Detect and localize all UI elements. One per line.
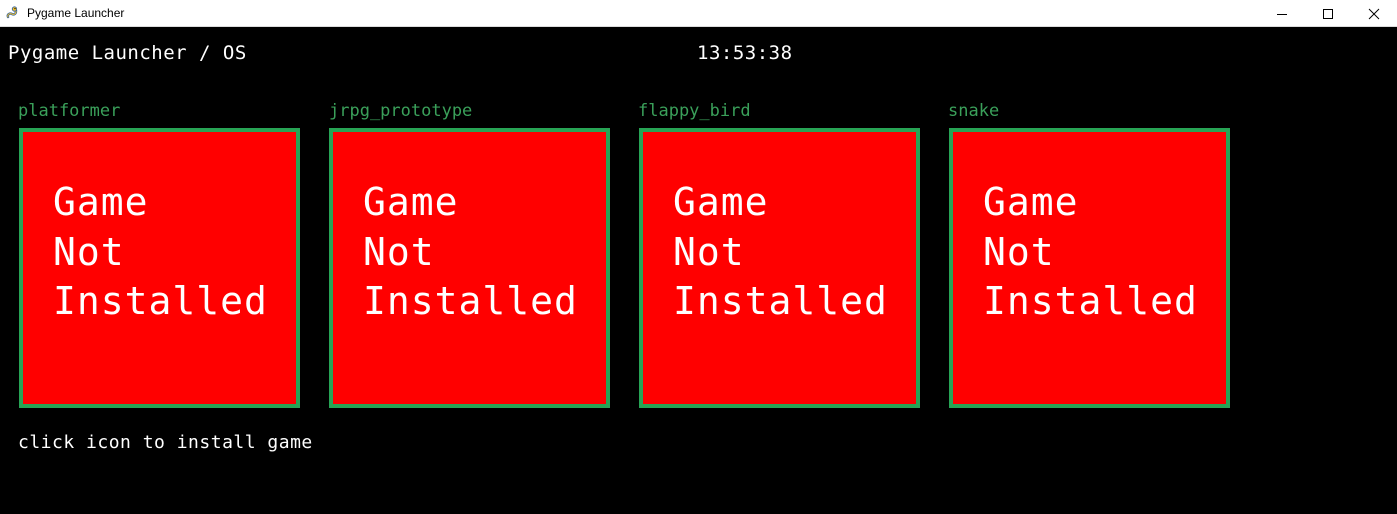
tile-status-line: Not [53, 230, 125, 274]
tile-status-line: Installed [363, 279, 578, 323]
game-name-jrpg-prototype: jrpg_prototype [329, 101, 473, 121]
tile-status-line: Game [983, 180, 1079, 224]
tile-status-line: Not [983, 230, 1055, 274]
tile-status-line: Installed [673, 279, 888, 323]
maximize-icon [1323, 9, 1333, 19]
tile-status-line: Installed [983, 279, 1198, 323]
window-title-bar[interactable]: Pygame Launcher [0, 0, 1397, 27]
game-tile-jrpg-prototype[interactable]: Game Not Installed [329, 128, 610, 408]
install-hint: click icon to install game [18, 432, 313, 453]
close-icon [1368, 8, 1380, 20]
tile-status-line: Installed [53, 279, 268, 323]
clock: 13:53:38 [697, 42, 793, 64]
close-button[interactable] [1351, 0, 1397, 27]
game-tile-flappy-bird[interactable]: Game Not Installed [639, 128, 920, 408]
tile-status-line: Game [363, 180, 459, 224]
minimize-button[interactable] [1259, 0, 1305, 27]
page-title: Pygame Launcher / OS [8, 42, 247, 64]
maximize-button[interactable] [1305, 0, 1351, 27]
pygame-snake-icon [5, 5, 21, 21]
minimize-icon [1277, 14, 1287, 15]
game-tile-snake[interactable]: Game Not Installed [949, 128, 1230, 408]
game-name-snake: snake [948, 101, 1000, 121]
tile-status-line: Not [673, 230, 745, 274]
game-tile-platformer[interactable]: Game Not Installed [19, 128, 300, 408]
launcher-surface: Pygame Launcher / OS 13:53:38 platformer… [0, 28, 1397, 514]
tile-status-line: Game [673, 180, 769, 224]
window-title: Pygame Launcher [27, 6, 125, 20]
game-name-platformer: platformer [18, 101, 121, 121]
game-name-flappy-bird: flappy_bird [638, 101, 751, 121]
tile-status-line: Game [53, 180, 149, 224]
tile-status-line: Not [363, 230, 435, 274]
